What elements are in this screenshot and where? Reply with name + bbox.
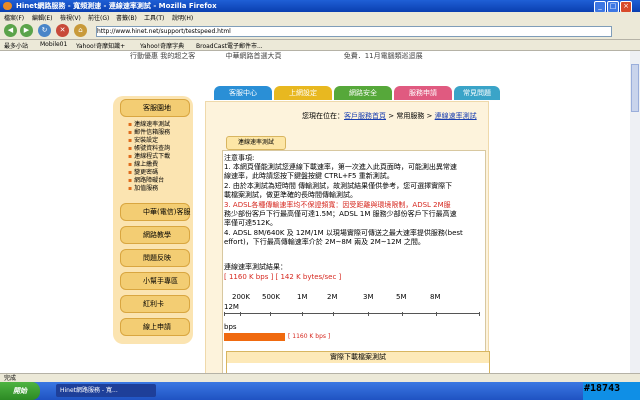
bookmark-item[interactable]: Mobile01 bbox=[40, 41, 67, 48]
section-tab: 連線速率測試 bbox=[226, 136, 286, 150]
breadcrumb-separator: > bbox=[424, 112, 435, 120]
sidebar-button-cht[interactable]: 中華(電信)客服 bbox=[120, 203, 190, 221]
result-label: 連線速率測試結果： bbox=[224, 263, 287, 271]
note-line-warning: 3. ADSL各種傳輸速率均不保證頻寬：因受距離與環境限制，ADSL 2M服 bbox=[224, 201, 451, 209]
back-icon[interactable]: ◀ bbox=[4, 24, 17, 37]
watermark: #18743 bbox=[584, 383, 621, 394]
stop-icon[interactable]: ✕ bbox=[56, 24, 69, 37]
status-text: 完成 bbox=[4, 375, 17, 382]
speed-scale-ruler bbox=[224, 313, 480, 316]
scale-tick-label: 5M bbox=[396, 293, 407, 301]
scale-unit: bps bbox=[224, 323, 237, 331]
tab-security[interactable]: 網路安全 bbox=[334, 86, 392, 100]
note-line: 線速率，此時請您按下鍵盤按鍵 CTRL+F5 重新測試。 bbox=[224, 172, 394, 180]
menu-edit[interactable]: 編輯(E) bbox=[32, 13, 52, 22]
bookmark-item[interactable]: BroadCast電子郵件市... bbox=[196, 41, 263, 50]
scale-tick-label: 1M bbox=[297, 293, 308, 301]
bookmark-item[interactable]: Yahoo!奇摩知識+ bbox=[76, 41, 125, 50]
address-bar[interactable]: http://www.hinet.net/support/testspeed.h… bbox=[96, 26, 612, 37]
speed-bar bbox=[224, 333, 285, 341]
scale-tick-label: 8M bbox=[430, 293, 441, 301]
scale-tick bbox=[402, 312, 403, 316]
menu-help[interactable]: 說明(H) bbox=[172, 13, 193, 22]
firefox-icon bbox=[3, 2, 12, 10]
home-icon[interactable]: ⌂ bbox=[74, 24, 87, 37]
note-line: 1. 本網頁僅能測試您連線下載速率，第一次進入此頁面時，可能測出異常速 bbox=[224, 163, 457, 171]
speed-bar-label: [ 1160 K bps ] bbox=[288, 333, 331, 340]
tab-settings[interactable]: 上網設定 bbox=[274, 86, 332, 100]
taskbar-item-label: Hinet網路服務 - 寬... bbox=[60, 387, 118, 394]
window-title-bar: Hinet網路服務 - 寬頻測速 - 連線速率測試 - Mozilla Fire… bbox=[0, 0, 640, 13]
scale-tick bbox=[302, 312, 303, 316]
tab-faq[interactable]: 常見問題 bbox=[454, 86, 500, 100]
top-promo-strip: 行動優惠 我的超之客 中華網路首選大頁 免費．11月電腦類巡迴展 bbox=[130, 51, 423, 61]
promo-link[interactable]: 行動優惠 我的超之客 bbox=[130, 52, 195, 60]
notes-heading: 注意事項: bbox=[224, 154, 255, 162]
scrollbar-thumb[interactable] bbox=[631, 64, 639, 112]
note-line: 載檔案測試，做更準確的長時間傳輸測試。 bbox=[224, 191, 357, 199]
menu-bar: 檔案(F) 編輯(E) 檢視(V) 前往(G) 書籤(B) 工具(T) 說明(H… bbox=[0, 12, 640, 22]
breadcrumb: 您現在位在：客戶服務首頁 > 常用服務 > 連線速率測試 bbox=[302, 111, 477, 121]
breadcrumb-home-link[interactable]: 客戶服務首頁 bbox=[344, 112, 386, 120]
menu-tools[interactable]: 工具(T) bbox=[144, 13, 164, 22]
scale-tick bbox=[270, 312, 271, 316]
tab-customer-service[interactable]: 客服中心 bbox=[214, 86, 272, 100]
window-title: Hinet網路服務 - 寬頻測速 - 連線速率測試 - Mozilla Fire… bbox=[16, 2, 217, 10]
bookmark-item[interactable]: 最多小站 bbox=[4, 41, 28, 50]
note-line: 率僅可達512K。 bbox=[224, 219, 277, 227]
menu-view[interactable]: 檢視(V) bbox=[60, 13, 81, 22]
bookmark-item[interactable]: Yahoo!奇摩字典 bbox=[140, 41, 184, 50]
note-line: 2. 由於本測試為短時間 傳輸測試，故測試結果僅供參考，您可選擇實際下 bbox=[224, 182, 453, 190]
forward-icon[interactable]: ▶ bbox=[20, 24, 33, 37]
scale-tick bbox=[240, 312, 241, 316]
scale-tick bbox=[224, 312, 225, 316]
sidebar-title: 客服園地 bbox=[120, 99, 190, 117]
breadcrumb-current-link[interactable]: 連線速率測試 bbox=[435, 112, 477, 120]
breadcrumb-mid: 常用服務 bbox=[396, 112, 425, 120]
start-button[interactable]: 開始 bbox=[0, 382, 40, 400]
scale-tick-label: 3M bbox=[363, 293, 374, 301]
scale-tick bbox=[333, 312, 334, 316]
note-line: 4. ADSL 8M/640K 及 12M/1M 以現場實際可傳送之最大速率提供… bbox=[224, 229, 463, 237]
breadcrumb-prefix: 您現在位在： bbox=[302, 112, 344, 120]
scale-tick bbox=[368, 312, 369, 316]
sidebar-button-feedback[interactable]: 問題反映 bbox=[120, 249, 190, 267]
scale-tick-label: 200K bbox=[232, 293, 250, 301]
sidebar-button-tutorial[interactable]: 網路教學 bbox=[120, 226, 190, 244]
scale-end-label: 12M bbox=[224, 303, 239, 311]
tab-apply[interactable]: 服務申請 bbox=[394, 86, 452, 100]
promo-link[interactable]: 中華網路首選大頁 bbox=[225, 52, 281, 60]
menu-go[interactable]: 前往(G) bbox=[88, 13, 109, 22]
menu-bookmarks[interactable]: 書籤(B) bbox=[116, 13, 137, 22]
scale-tick-label: 500K bbox=[262, 293, 280, 301]
reload-icon[interactable]: ↻ bbox=[38, 24, 51, 37]
breadcrumb-separator: > bbox=[386, 112, 397, 120]
scale-tick bbox=[436, 312, 437, 316]
scale-tick-label: 2M bbox=[327, 293, 338, 301]
promo-link[interactable]: 免費．11月電腦類巡迴展 bbox=[344, 52, 423, 60]
sidebar-button-bonus-card[interactable]: 紅利卡 bbox=[120, 295, 190, 313]
result-value: [ 1160 K bps ] [ 142 K bytes/sec ] bbox=[224, 273, 342, 281]
sidebar-item-value-added[interactable]: 加值服務 bbox=[128, 183, 158, 192]
sidebar-button-helper[interactable]: 小幫手專區 bbox=[120, 272, 190, 290]
sidebar-button-apply[interactable]: 線上申請 bbox=[120, 318, 190, 336]
bookmarks-toolbar: 最多小站 Mobile01 Yahoo!奇摩知識+ Yahoo!奇摩字典 Bro… bbox=[0, 40, 640, 51]
note-line: 務少部份客戶下行最高僅可達1.5M；ADSL 1M 服務少部份客戶下行最高速 bbox=[224, 210, 457, 218]
menu-file[interactable]: 檔案(F) bbox=[4, 13, 24, 22]
scale-tick bbox=[479, 312, 480, 316]
taskbar-window-item[interactable]: Hinet網路服務 - 寬... bbox=[56, 384, 156, 397]
note-line: effort)，下行最高傳輸速率介於 2M~8M 兩及 2M~12M 之間。 bbox=[224, 238, 425, 246]
